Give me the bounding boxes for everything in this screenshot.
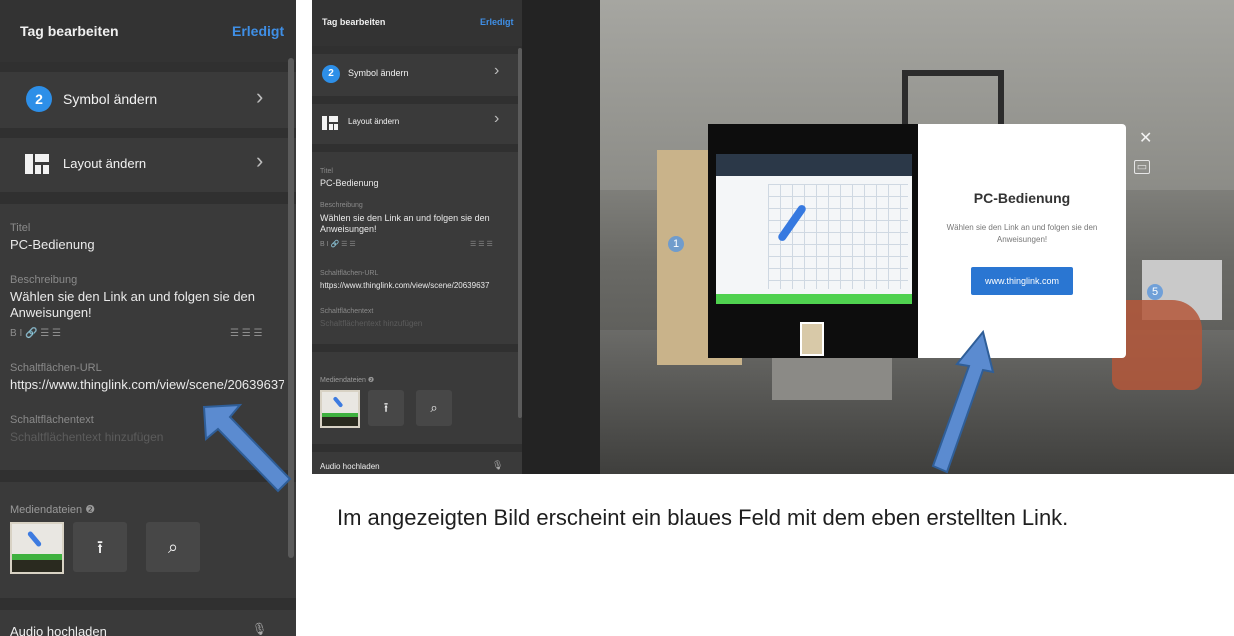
chevron-right-icon: › — [256, 84, 264, 109]
tag-editor-panel-large: Tag bearbeiten Erledigt 2 Symbol ändern … — [0, 0, 296, 636]
title-field-label: Titel — [10, 222, 31, 234]
button-text-field[interactable]: Schaltflächentext hinzufügen — [320, 319, 422, 328]
media-thumbnail[interactable] — [10, 522, 64, 574]
media-thumbnail[interactable] — [320, 390, 360, 428]
layout-icon — [25, 154, 49, 174]
symbol-badge: 2 — [26, 86, 52, 112]
media-label: Mediendateien ❷ — [320, 377, 375, 384]
popup-image — [708, 124, 918, 358]
layout-change-row[interactable]: Layout ändern › — [312, 104, 524, 144]
align-toolbar[interactable]: ☰ ☰ ☰ — [230, 328, 262, 339]
divider — [312, 344, 524, 352]
done-button[interactable]: Erledigt — [232, 23, 284, 39]
panel-title: Tag bearbeiten — [322, 17, 386, 27]
chevron-right-icon: › — [494, 110, 500, 127]
divider — [312, 144, 524, 152]
panel-header: Tag bearbeiten Erledigt — [312, 0, 524, 46]
description-field[interactable]: Wählen sie den Link an und folgen sie de… — [320, 213, 510, 235]
close-icon[interactable]: ✕ — [1139, 128, 1152, 148]
chevron-right-icon: › — [256, 148, 264, 173]
symbol-change-label: Symbol ändern — [348, 68, 409, 78]
blue-arrow-annotation — [931, 329, 995, 474]
audio-upload-label[interactable]: Audio hochladen — [320, 462, 380, 471]
hotspot-1[interactable]: 1 — [668, 236, 684, 252]
divider — [312, 46, 524, 54]
format-toolbar[interactable]: B I 🔗 ☰ ☰ — [320, 240, 356, 248]
layout-icon — [322, 116, 338, 130]
description-field[interactable]: Wählen sie den Link an und folgen sie de… — [10, 289, 272, 321]
button-url-field[interactable]: https://www.thinglink.com/view/scene/206… — [320, 281, 516, 290]
layout-change-label: Layout ändern — [348, 117, 400, 126]
scene-margin — [522, 0, 600, 474]
scene-preview: 1 5 PC-Bedienung Wählen sie den Link an … — [522, 0, 1234, 474]
popup-title: PC-Bedienung — [973, 190, 1071, 206]
microphone-icon[interactable]: 🎙 — [252, 622, 267, 636]
symbol-badge: 2 — [322, 65, 340, 83]
button-text-label: Schaltflächentext — [320, 308, 374, 315]
panel-title: Tag bearbeiten — [20, 23, 119, 39]
symbol-change-label: Symbol ändern — [63, 91, 158, 107]
symbol-change-row[interactable]: 2 Symbol ändern › — [0, 72, 296, 128]
media-label: Mediendateien ❷ — [10, 504, 96, 516]
popup-link-button[interactable]: www.thinglink.com — [971, 267, 1073, 295]
upload-button[interactable]: ⭱ — [368, 390, 404, 426]
divider — [312, 96, 524, 104]
layout-change-label: Layout ändern — [63, 156, 147, 171]
search-media-button[interactable]: ⌕ — [416, 390, 452, 426]
search-icon: ⌕ — [167, 537, 179, 557]
tag-editor-panel-small: Tag bearbeiten Erledigt 2 Symbol ändern … — [312, 0, 524, 474]
button-text-field[interactable]: Schaltflächentext hinzufügen — [10, 430, 163, 444]
title-field[interactable]: PC-Bedienung — [320, 178, 516, 188]
format-toolbar[interactable]: B I 🔗 ☰ ☰ — [10, 328, 61, 339]
search-icon: ⌕ — [430, 400, 438, 415]
upload-icon: ⭱ — [383, 400, 389, 415]
upload-icon: ⭱ — [96, 537, 104, 557]
button-text-label: Schaltflächentext — [10, 414, 94, 426]
divider — [312, 444, 524, 452]
button-url-field[interactable]: https://www.thinglink.com/view/scene/206… — [10, 377, 284, 392]
popup-card: PC-Bedienung Wählen sie den Link an und … — [918, 124, 1126, 358]
popup-description: Wählen sie den Link an und folgen sie de… — [946, 223, 1098, 244]
chevron-right-icon: › — [494, 62, 500, 79]
divider — [0, 192, 296, 204]
audio-upload-label[interactable]: Audio hochladen — [10, 624, 107, 636]
divider — [0, 598, 296, 610]
fullscreen-icon[interactable]: ▭ — [1134, 160, 1150, 174]
layout-change-row[interactable]: Layout ändern › — [0, 138, 296, 192]
done-button[interactable]: Erledigt — [480, 17, 514, 27]
caption-text: Im angezeigten Bild erscheint ein blaues… — [337, 505, 1069, 530]
blue-arrow-annotation — [202, 403, 292, 493]
panel-header: Tag bearbeiten Erledigt — [0, 0, 296, 62]
upload-button[interactable]: ⭱ — [73, 522, 127, 572]
microphone-icon[interactable]: 🎙 — [492, 460, 503, 471]
button-url-label: Schaltflächen-URL — [320, 270, 379, 277]
align-toolbar[interactable]: ☰ ☰ ☰ — [470, 240, 493, 248]
search-media-button[interactable]: ⌕ — [146, 522, 200, 572]
symbol-change-row[interactable]: 2 Symbol ändern › — [312, 54, 524, 96]
divider — [0, 62, 296, 72]
description-field-label: Beschreibung — [320, 202, 363, 209]
button-url-label: Schaltflächen-URL — [10, 362, 102, 374]
title-field[interactable]: PC-Bedienung — [10, 237, 280, 252]
description-field-label: Beschreibung — [10, 274, 78, 286]
title-field-label: Titel — [320, 168, 333, 175]
divider — [0, 128, 296, 138]
hotspot-5[interactable]: 5 — [1147, 284, 1163, 300]
